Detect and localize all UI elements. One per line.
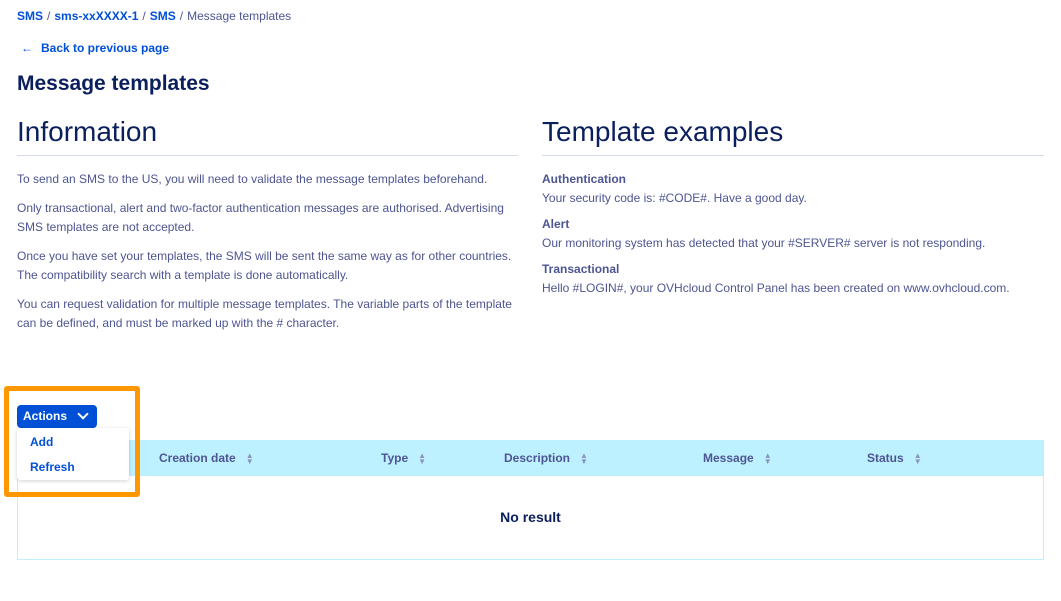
column-header-status[interactable]: Status ▲ ▼: [867, 441, 922, 476]
example-label: Alert: [542, 217, 570, 231]
sort-icon: ▲ ▼: [580, 450, 588, 466]
column-header-description[interactable]: Description ▲ ▼: [504, 441, 588, 476]
information-paragraph: To send an SMS to the US, you will need …: [17, 172, 488, 186]
column-header-label: Message: [703, 451, 754, 465]
column-header-creation-date[interactable]: Creation date ▲ ▼: [159, 441, 254, 476]
breadcrumb-link-service[interactable]: sms-xxXXXX-1: [54, 9, 138, 23]
template-examples-section: Template examples Authentication Your se…: [542, 115, 1044, 305]
templates-table: Creation date ▲ ▼ Type ▲ ▼ Description ▲ ▼ Mes…: [17, 440, 1044, 560]
actions-dropdown-menu: Add Refresh: [17, 428, 129, 480]
empty-state-text: No result: [500, 509, 561, 525]
column-header-label: Status: [867, 451, 904, 465]
page-title: Message templates: [17, 72, 210, 95]
sort-icon: ▲ ▼: [913, 450, 922, 466]
template-examples-title: Template examples: [542, 115, 1044, 156]
example-label: Authentication: [542, 172, 626, 186]
information-title: Information: [17, 115, 518, 156]
breadcrumb-separator: /: [47, 9, 51, 23]
menu-item-add[interactable]: Add: [30, 435, 53, 449]
examples-list: Authentication Your security code is: #C…: [542, 170, 1044, 298]
information-paragraph: You can request validation for multiple …: [17, 297, 512, 330]
chevron-down-icon: [77, 408, 89, 420]
table-header: Creation date ▲ ▼ Type ▲ ▼ Description ▲ ▼ Mes…: [18, 441, 1043, 476]
back-link-label: Back to previous page: [41, 41, 170, 55]
back-link[interactable]: ← Back to previous page: [21, 41, 169, 55]
column-header-label: Type: [381, 451, 409, 465]
breadcrumb-link-sms-section[interactable]: SMS: [150, 9, 176, 23]
sort-icon: ▲ ▼: [245, 450, 254, 466]
column-header-type[interactable]: Type ▲ ▼: [381, 441, 426, 476]
column-header-label: Description: [504, 451, 571, 465]
information-paragraph: Only transactional, alert and two-factor…: [17, 201, 504, 234]
arrow-left-icon: ←: [21, 41, 33, 55]
breadcrumb-link-sms[interactable]: SMS: [17, 9, 43, 23]
example-text: Hello #LOGIN#, your OVHcloud Control Pan…: [542, 281, 1010, 295]
example-label: Transactional: [542, 262, 620, 276]
information-paragraph: Once you have set your templates, the SM…: [17, 249, 512, 282]
breadcrumb: SMS / sms-xxXXXX-1/SMS / Message templates: [17, 9, 291, 23]
sort-icon: ▲ ▼: [418, 450, 427, 466]
actions-button-label: Actions: [23, 409, 68, 423]
menu-item-refresh[interactable]: Refresh: [30, 460, 75, 474]
column-header-label: Creation date: [159, 451, 236, 465]
example-text: Your security code is: #CODE#. Have a go…: [542, 191, 807, 205]
column-header-message[interactable]: Message ▲ ▼: [703, 441, 772, 476]
information-section: Information To send an SMS to the US, yo…: [17, 115, 518, 333]
sort-icon: ▲ ▼: [763, 450, 772, 466]
breadcrumb-separator: /: [179, 9, 184, 23]
breadcrumb-separator: /: [142, 9, 146, 23]
actions-button[interactable]: Actions: [17, 405, 97, 428]
breadcrumb-current: Message templates: [187, 9, 292, 23]
example-text: Our monitoring system has detected that …: [542, 236, 986, 250]
